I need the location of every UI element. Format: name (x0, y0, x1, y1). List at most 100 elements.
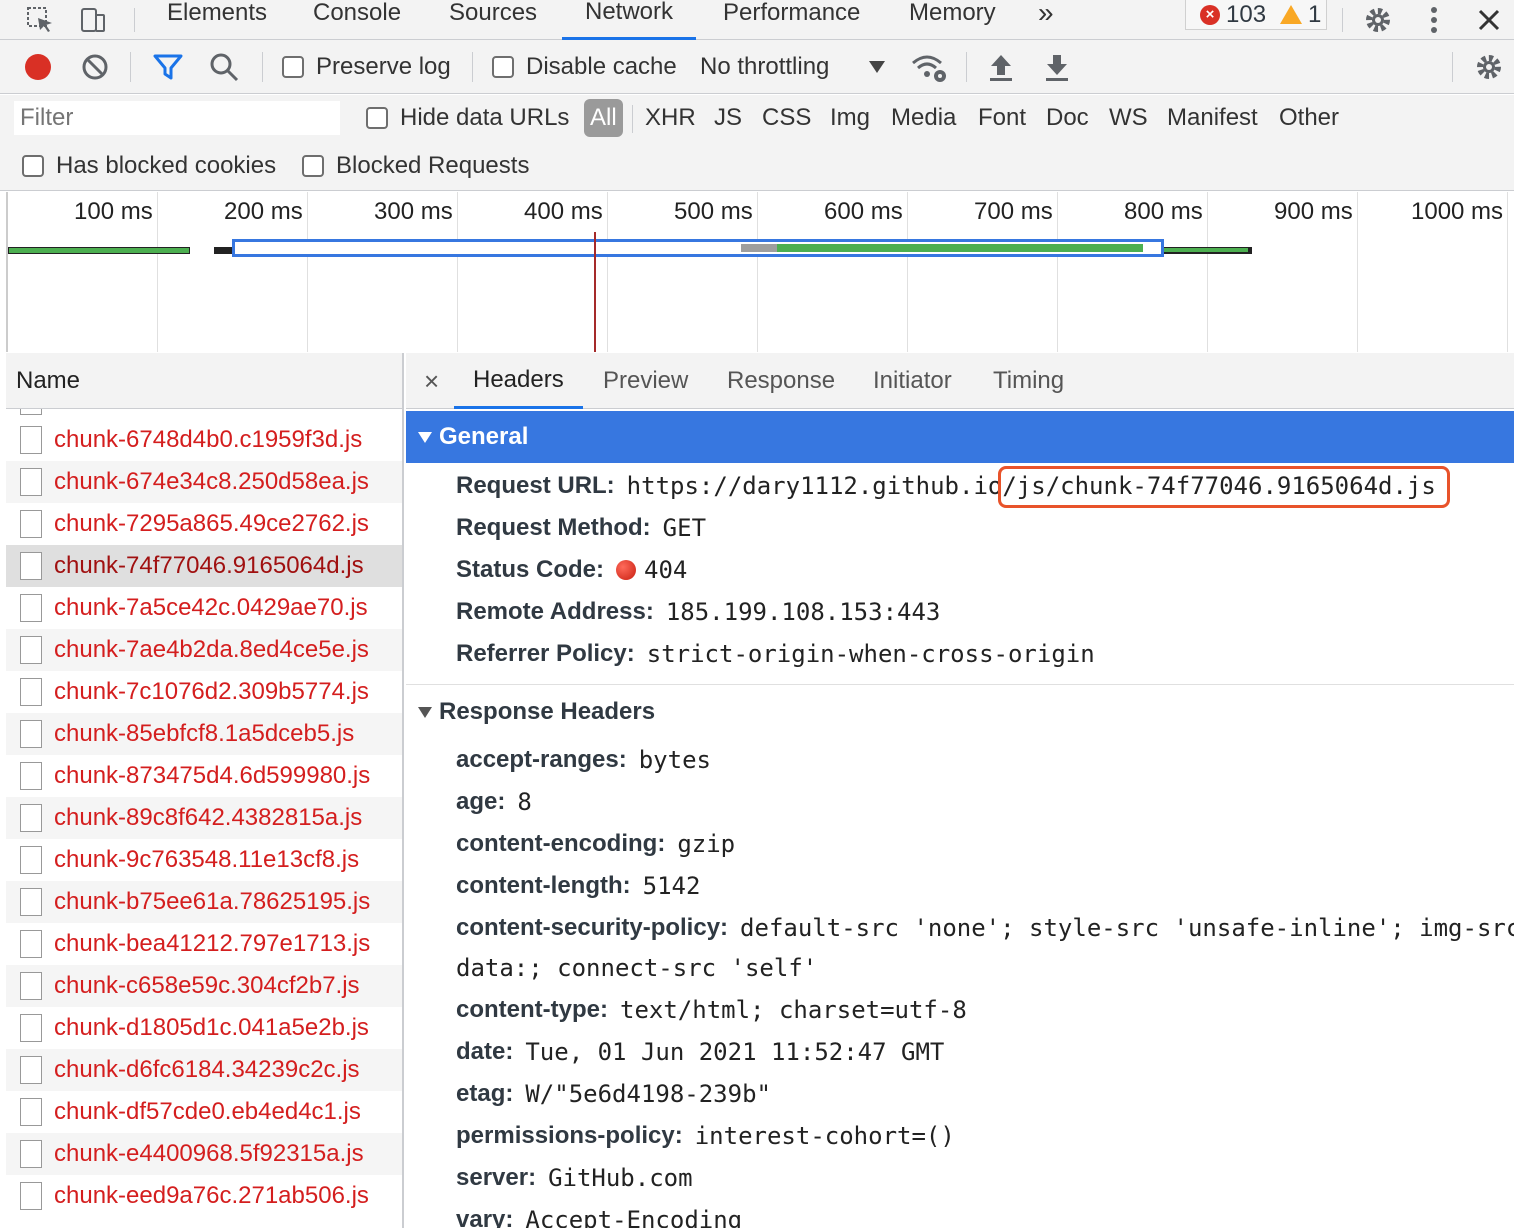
timeline-selected-request[interactable] (232, 239, 1164, 257)
export-har-icon[interactable] (1044, 40, 1070, 94)
checkbox-box[interactable] (22, 155, 44, 177)
network-conditions-icon[interactable] (910, 40, 948, 94)
filter-type-css[interactable]: CSS (762, 99, 811, 137)
tab-console[interactable]: Console (313, 0, 401, 40)
preserve-log-checkbox[interactable]: Preserve log (282, 40, 451, 94)
filter-type-ws[interactable]: WS (1109, 99, 1148, 137)
header-value[interactable]: GitHub.com (548, 1164, 693, 1192)
network-settings-gear-icon[interactable] (1474, 40, 1504, 94)
throttling-select[interactable]: No throttling (700, 40, 829, 94)
request-row[interactable]: chunk-7295a865.49ce2762.js (6, 503, 402, 545)
request-row[interactable]: chunk-6748d4b0.c1959f3d.js (6, 419, 402, 461)
error-icon: × (1200, 4, 1220, 25)
header-key: accept-ranges: (456, 746, 627, 773)
filter-type-media[interactable]: Media (891, 99, 956, 137)
filter-type-all[interactable]: All (584, 99, 623, 137)
filter-type-doc[interactable]: Doc (1046, 99, 1089, 137)
filter-type-font[interactable]: Font (978, 99, 1026, 137)
request-row[interactable]: chunk-85ebfcf8.1a5dceb5.js (6, 713, 402, 755)
header-value[interactable]: GET (663, 514, 706, 542)
header-key: etag: (456, 1080, 514, 1107)
remote-address-row: Remote Address: 185.199.108.153:443 (456, 591, 940, 633)
issue-counter[interactable]: × 103 1 (1185, 0, 1327, 30)
more-tabs-icon[interactable]: » (1038, 0, 1054, 40)
header-value[interactable]: strict-origin-when-cross-origin (647, 640, 1095, 668)
request-row[interactable]: chunk-d6fc6184.34239c2c.js (6, 1049, 402, 1091)
filter-input[interactable] (14, 101, 340, 135)
response-headers-section-header[interactable]: Response Headers (418, 691, 655, 733)
header-value[interactable]: default-src 'none'; style-src 'unsafe-in… (740, 914, 1514, 942)
close-devtools-icon[interactable] (1474, 0, 1504, 40)
request-row[interactable]: chunk-c658e59c.304cf2b7.js (6, 965, 402, 1007)
filter-type-other[interactable]: Other (1279, 99, 1339, 137)
name-column-header[interactable]: Name (6, 353, 402, 409)
tab-timing[interactable]: Timing (993, 353, 1064, 409)
tab-initiator[interactable]: Initiator (873, 353, 952, 409)
filter-type-img[interactable]: Img (830, 99, 870, 137)
request-row[interactable]: chunk-b75ee61a.78625195.js (6, 881, 402, 923)
device-toolbar-icon[interactable] (76, 0, 110, 40)
general-section-header[interactable]: General (406, 411, 1514, 463)
header-value[interactable]: 5142 (643, 872, 701, 900)
disable-cache-checkbox[interactable]: Disable cache (492, 40, 677, 94)
header-value[interactable]: text/html; charset=utf-8 (620, 996, 967, 1024)
file-icon (20, 972, 42, 1000)
request-row[interactable]: chunk-e4400968.5f92315a.js (6, 1133, 402, 1175)
request-row[interactable]: chunk-7c1076d2.309b5774.js (6, 671, 402, 713)
header-value[interactable]: 185.199.108.153:443 (666, 598, 941, 626)
request-row[interactable]: chunk-7a5ce42c.0429ae70.js (6, 587, 402, 629)
header-value[interactable]: bytes (639, 746, 711, 774)
close-detail-icon[interactable]: × (424, 353, 439, 409)
filter-type-js[interactable]: JS (714, 99, 742, 137)
request-name: chunk-74f77046.9165064d.js (54, 552, 364, 579)
checkbox-box[interactable] (302, 155, 324, 177)
header-value[interactable]: W/"5e6d4198-239b" (525, 1080, 771, 1108)
request-row[interactable]: chunk-674e34c8.250d58ea.js (6, 461, 402, 503)
checkbox-box[interactable] (282, 56, 304, 78)
network-overview-timeline[interactable]: 100 ms 200 ms 300 ms 400 ms 500 ms 600 m… (6, 192, 1514, 352)
tab-elements[interactable]: Elements (167, 0, 267, 40)
import-har-icon[interactable] (988, 40, 1014, 94)
request-row[interactable]: chunk-bea41212.797e1713.js (6, 923, 402, 965)
filter-type-xhr[interactable]: XHR (645, 99, 696, 137)
hide-data-urls-checkbox[interactable]: Hide data URLs (366, 99, 569, 137)
error-count: 103 (1226, 0, 1267, 28)
tab-headers[interactable]: Headers (454, 353, 583, 409)
file-icon (20, 552, 42, 580)
checkbox-box[interactable] (492, 56, 514, 78)
request-row[interactable]: chunk-d1805d1c.041a5e2b.js (6, 1007, 402, 1049)
record-button[interactable] (22, 40, 54, 94)
file-icon (20, 594, 42, 622)
checkbox-box[interactable] (366, 107, 388, 129)
header-value[interactable]: Accept-Encoding (525, 1206, 742, 1228)
inspect-element-icon[interactable] (24, 0, 56, 40)
header-value[interactable]: interest-cohort=() (695, 1122, 955, 1150)
tab-response[interactable]: Response (727, 353, 835, 409)
filter-icon[interactable] (152, 40, 184, 94)
request-row-selected[interactable]: chunk-74f77046.9165064d.js (6, 545, 402, 587)
filter-type-manifest[interactable]: Manifest (1167, 99, 1258, 137)
header-value[interactable]: gzip (677, 830, 735, 858)
request-row[interactable]: chunk-89c8f642.4382815a.js (6, 797, 402, 839)
tab-preview[interactable]: Preview (603, 353, 688, 409)
request-row[interactable]: chunk-eed9a76c.271ab506.js (6, 1175, 402, 1217)
request-row[interactable]: chunk-7ae4b2da.8ed4ce5e.js (6, 629, 402, 671)
tab-network[interactable]: Network (562, 0, 697, 40)
tab-performance[interactable]: Performance (723, 0, 860, 40)
header-value[interactable]: 8 (517, 788, 531, 816)
tab-memory[interactable]: Memory (909, 0, 996, 40)
header-value[interactable]: 404 (644, 556, 687, 584)
search-icon[interactable] (208, 40, 240, 94)
header-value[interactable]: data:; connect-src 'self' (456, 954, 817, 982)
request-row[interactable]: chunk-873475d4.6d599980.js (6, 755, 402, 797)
request-row[interactable]: chunk-9c763548.11e13cf8.js (6, 839, 402, 881)
blocked-requests-checkbox[interactable]: Blocked Requests (302, 147, 529, 185)
tab-sources[interactable]: Sources (449, 0, 537, 40)
request-row[interactable]: chunk-df57cde0.eb4ed4c1.js (6, 1091, 402, 1133)
header-value[interactable]: Tue, 01 Jun 2021 11:52:47 GMT (525, 1038, 944, 1066)
settings-gear-icon[interactable] (1360, 0, 1396, 40)
more-options-icon[interactable] (1422, 0, 1446, 40)
chevron-down-icon[interactable] (868, 40, 886, 94)
clear-icon[interactable] (80, 40, 110, 94)
has-blocked-cookies-checkbox[interactable]: Has blocked cookies (22, 147, 276, 185)
